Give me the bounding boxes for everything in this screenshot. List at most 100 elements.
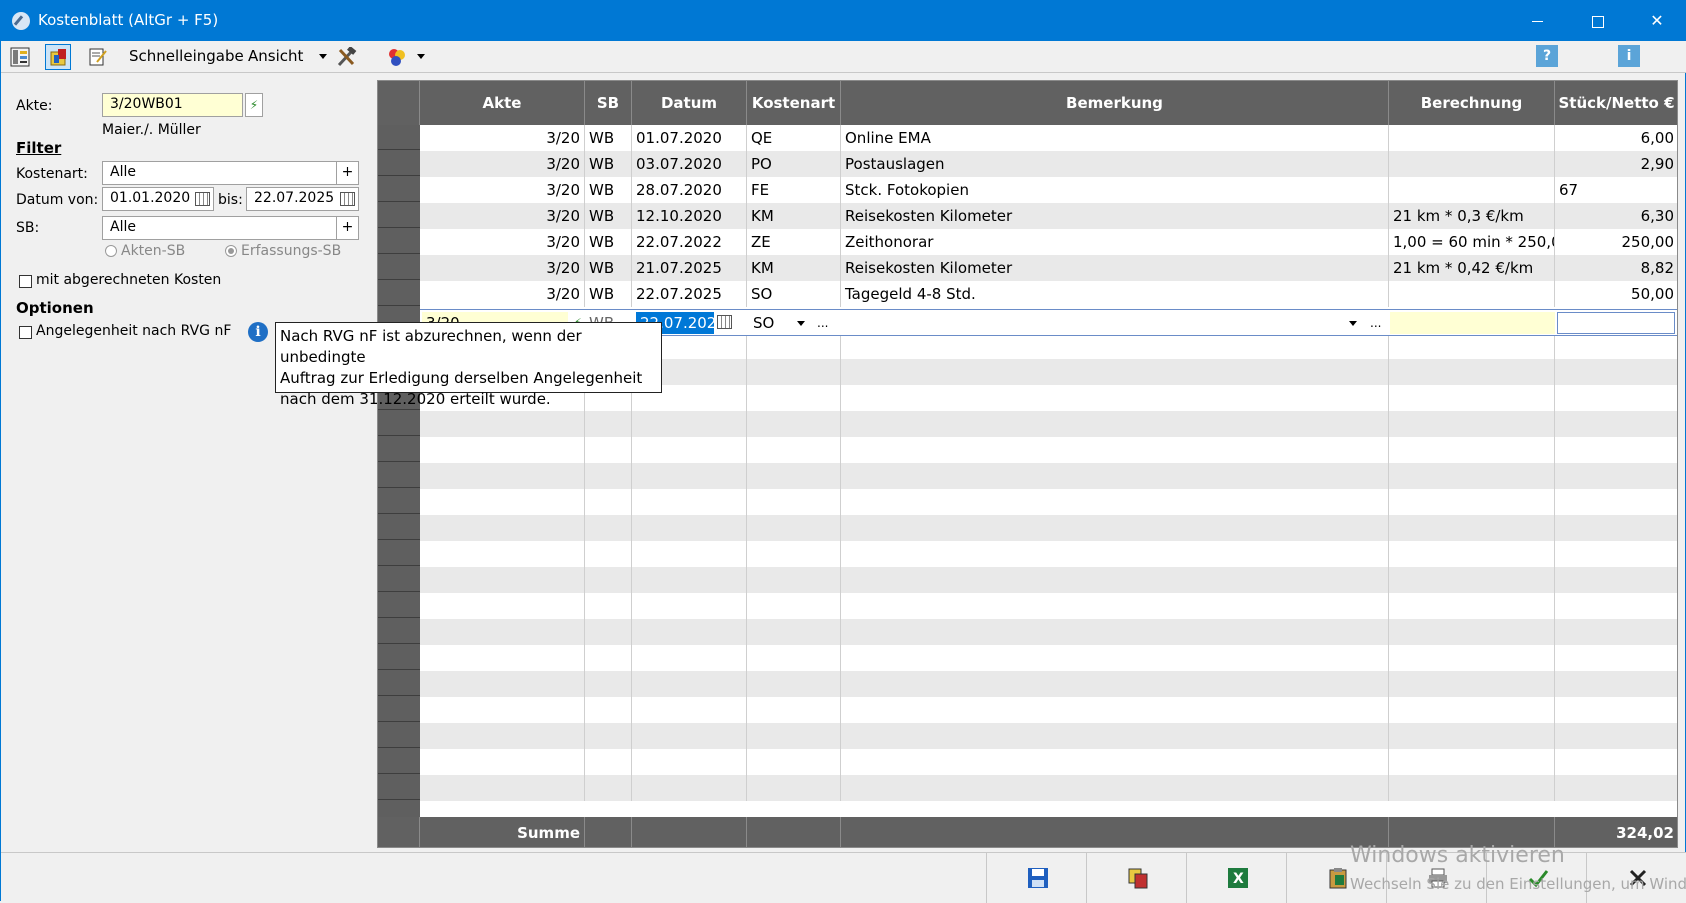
row-selector[interactable] bbox=[378, 619, 420, 644]
table-row[interactable]: 3/20 WB 01.07.2020 QE Online EMA 6,00 bbox=[420, 125, 1677, 151]
row-selector[interactable] bbox=[378, 203, 420, 228]
cell-datum bbox=[632, 567, 747, 593]
table-row[interactable] bbox=[420, 437, 1677, 463]
maximize-button[interactable] bbox=[1568, 1, 1626, 41]
save-button[interactable] bbox=[986, 853, 1086, 903]
table-row[interactable] bbox=[420, 723, 1677, 749]
window-title: Kostenblatt (AltGr + F5) bbox=[38, 11, 219, 29]
export-button[interactable] bbox=[383, 44, 409, 70]
row-selector[interactable] bbox=[378, 177, 420, 202]
col-header-netto[interactable]: Stück/Netto € bbox=[1555, 81, 1677, 125]
sb-select[interactable]: Alle + bbox=[102, 216, 359, 240]
row-selector[interactable] bbox=[378, 567, 420, 592]
row-selector[interactable] bbox=[378, 489, 420, 514]
row-selector[interactable] bbox=[378, 541, 420, 566]
edit-kostenart-input[interactable]: SO bbox=[749, 312, 799, 334]
row-selector[interactable] bbox=[378, 515, 420, 540]
excel-export-button[interactable]: X bbox=[1186, 853, 1286, 903]
col-header-akte[interactable]: Akte bbox=[420, 81, 585, 125]
edit-kostenart-ellipsis-button[interactable]: ... bbox=[813, 312, 835, 334]
edit-calendar-icon[interactable] bbox=[717, 315, 732, 329]
col-header-kostenart[interactable]: Kostenart bbox=[747, 81, 841, 125]
col-header-bemerkung[interactable]: Bemerkung bbox=[841, 81, 1389, 125]
layout-toggle-button[interactable] bbox=[7, 44, 33, 70]
cell-bemerkung bbox=[841, 515, 1389, 541]
table-row[interactable]: 3/20 WB 28.07.2020 FE Stck. Fotokopien 67 bbox=[420, 177, 1677, 203]
info-button-icon[interactable]: i bbox=[1618, 45, 1640, 67]
row-selector[interactable] bbox=[378, 697, 420, 722]
table-row[interactable] bbox=[420, 671, 1677, 697]
table-row[interactable] bbox=[420, 567, 1677, 593]
table-row[interactable] bbox=[420, 697, 1677, 723]
row-selector[interactable] bbox=[378, 437, 420, 462]
table-row[interactable] bbox=[420, 749, 1677, 775]
calendar-icon[interactable] bbox=[195, 192, 210, 206]
row-selector[interactable] bbox=[378, 645, 420, 670]
datum-bis-input[interactable]: 22.07.2025 bbox=[246, 187, 359, 211]
edit-netto-input[interactable] bbox=[1557, 312, 1675, 334]
row-selector[interactable] bbox=[378, 255, 420, 280]
table-row[interactable]: 3/20 WB 21.07.2025 KM Reisekosten Kilometer 2… bbox=[420, 255, 1677, 281]
sb-add-button[interactable]: + bbox=[336, 217, 358, 239]
datum-von-input[interactable]: 01.01.2020 bbox=[102, 187, 214, 211]
row-selector[interactable] bbox=[378, 151, 420, 176]
row-selector[interactable] bbox=[378, 749, 420, 774]
edit-bemerkung-dropdown-icon[interactable] bbox=[1349, 321, 1357, 326]
table-row[interactable] bbox=[420, 541, 1677, 567]
table-row[interactable] bbox=[420, 489, 1677, 515]
row-selector[interactable] bbox=[378, 411, 420, 436]
calendar-icon[interactable] bbox=[340, 192, 355, 206]
col-header-berechnung[interactable]: Berechnung bbox=[1389, 81, 1555, 125]
filter-toggle-button[interactable] bbox=[45, 44, 71, 70]
help-icon[interactable]: ? bbox=[1536, 45, 1558, 67]
row-selector[interactable] bbox=[378, 593, 420, 618]
table-row[interactable] bbox=[420, 619, 1677, 645]
rvg-checkbox[interactable] bbox=[19, 326, 32, 339]
row-selector[interactable] bbox=[378, 229, 420, 254]
col-header-sb[interactable]: SB bbox=[585, 81, 632, 125]
akte-input[interactable]: 3/20WB01 bbox=[102, 93, 243, 117]
close-window-button[interactable]: ✕ bbox=[1628, 1, 1686, 41]
ansicht-dropdown-icon[interactable] bbox=[319, 54, 327, 59]
info-icon[interactable]: i bbox=[248, 322, 268, 342]
radio-akten-sb[interactable] bbox=[105, 245, 117, 257]
edit-bemerkung-input[interactable] bbox=[843, 312, 1323, 334]
cell-datum: 22.07.2022 bbox=[632, 229, 747, 255]
row-selector[interactable] bbox=[378, 125, 420, 150]
table-row[interactable]: 3/20 WB 12.10.2020 KM Reisekosten Kilometer 2… bbox=[420, 203, 1677, 229]
cell-bemerkung: Stck. Fotokopien bbox=[841, 177, 1389, 203]
table-row[interactable] bbox=[420, 515, 1677, 541]
akte-lookup-button[interactable]: ⚡ bbox=[245, 93, 263, 117]
table-row[interactable] bbox=[420, 645, 1677, 671]
table-row[interactable] bbox=[420, 593, 1677, 619]
minimize-button[interactable] bbox=[1508, 1, 1566, 41]
edit-bemerkung-ellipsis-button[interactable]: ... bbox=[1366, 312, 1388, 334]
edit-kostenart-dropdown-icon[interactable] bbox=[797, 321, 805, 326]
table-row[interactable] bbox=[420, 411, 1677, 437]
menu-ansicht[interactable]: Ansicht bbox=[248, 47, 303, 65]
table-row[interactable]: 3/20 WB 03.07.2020 PO Postauslagen 2,90 bbox=[420, 151, 1677, 177]
row-selector[interactable] bbox=[378, 463, 420, 488]
col-header-datum[interactable]: Datum bbox=[632, 81, 747, 125]
abgerechnet-checkbox[interactable] bbox=[19, 275, 32, 288]
kostenart-add-button[interactable]: + bbox=[336, 162, 358, 184]
export-dropdown-icon[interactable] bbox=[417, 54, 425, 59]
table-row[interactable]: 3/20 WB 22.07.2025 SO Tagegeld 4-8 Std. 50,00 bbox=[420, 281, 1677, 307]
table-row[interactable]: 3/20 WB 22.07.2022 ZE Zeithonorar 1,00 = 60 m… bbox=[420, 229, 1677, 255]
table-row[interactable] bbox=[420, 463, 1677, 489]
row-selector[interactable] bbox=[378, 775, 420, 800]
table-row[interactable] bbox=[420, 775, 1677, 801]
edit-note-button[interactable] bbox=[85, 44, 111, 70]
row-selector[interactable] bbox=[378, 671, 420, 696]
menu-schnelleingabe[interactable]: Schnelleingabe bbox=[129, 47, 244, 65]
tools-button[interactable] bbox=[333, 44, 359, 70]
row-selector[interactable] bbox=[378, 281, 420, 306]
tooltip-line-1: Nach RVG nF ist abzurechnen, wenn der un… bbox=[280, 327, 582, 366]
edit-berechnung-input[interactable] bbox=[1390, 312, 1555, 334]
cell-netto bbox=[1555, 593, 1677, 619]
copy-button[interactable] bbox=[1086, 853, 1186, 903]
radio-erfassungs-sb[interactable] bbox=[225, 245, 237, 257]
layout-icon bbox=[10, 47, 30, 67]
row-selector[interactable] bbox=[378, 723, 420, 748]
kostenart-select[interactable]: Alle + bbox=[102, 161, 359, 185]
